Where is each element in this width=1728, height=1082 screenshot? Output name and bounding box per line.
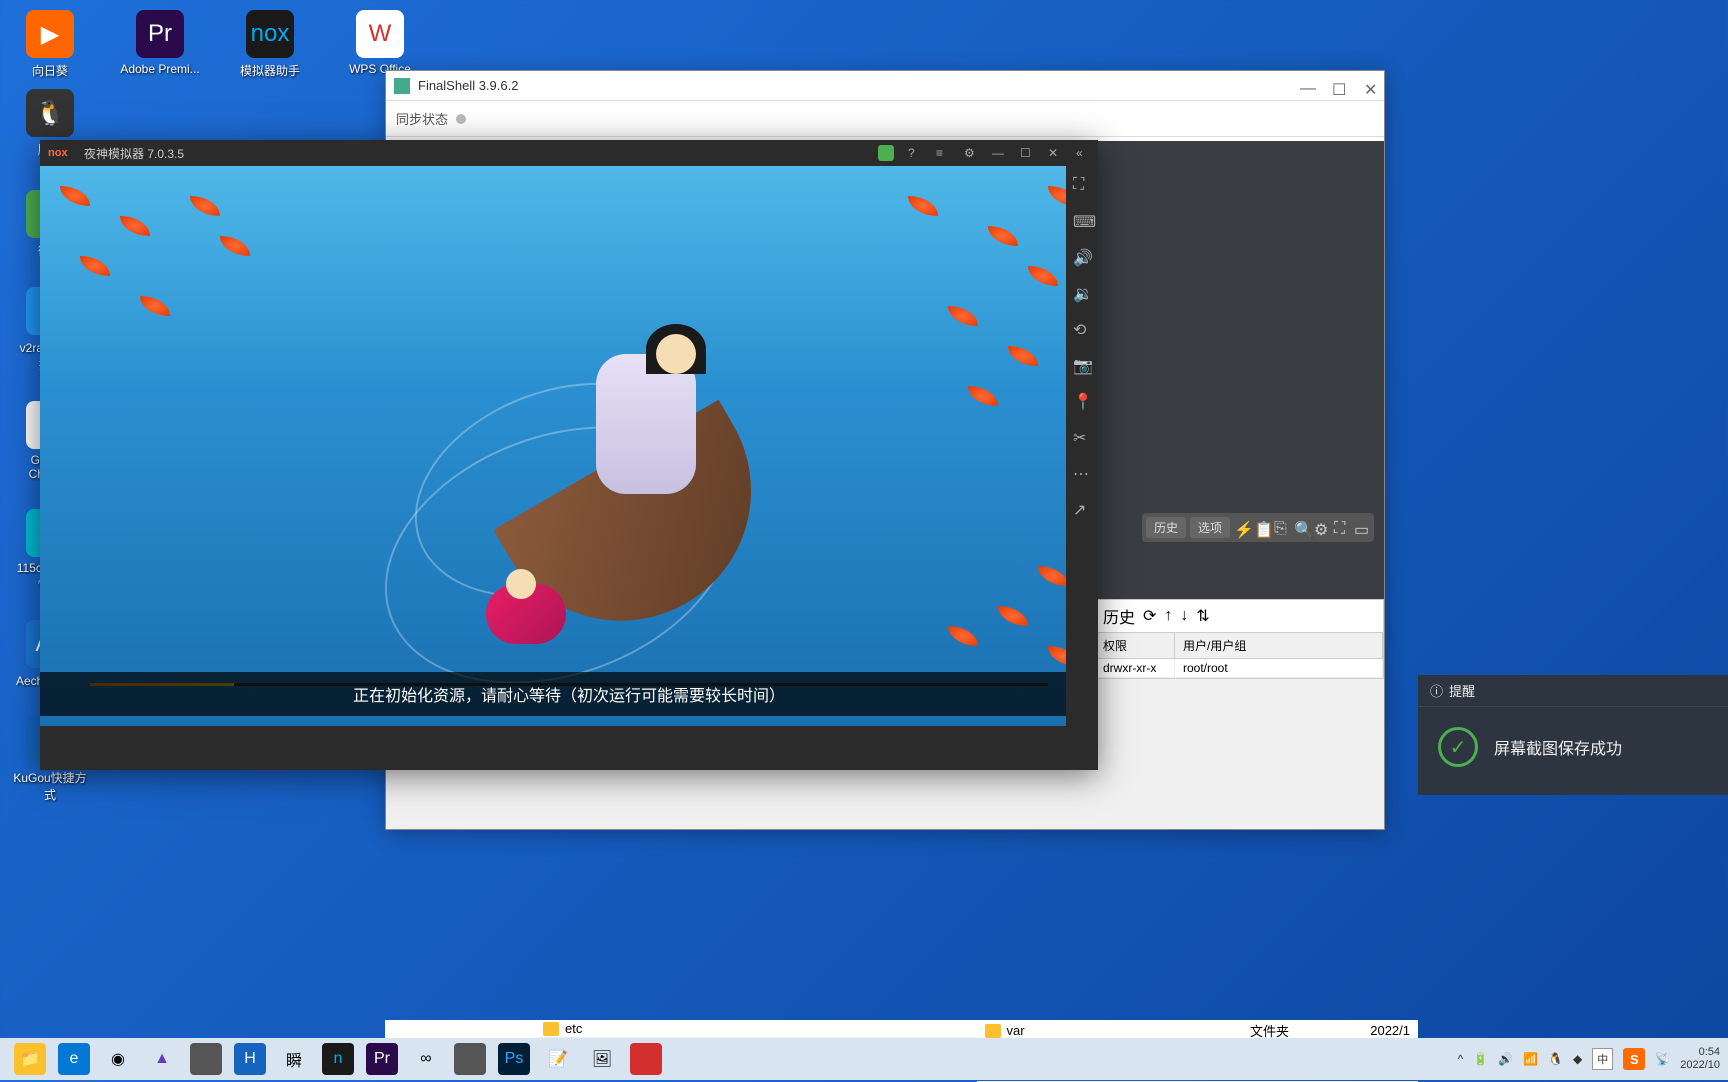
file-row-etc[interactable]: etc	[535, 1020, 977, 1038]
help-icon[interactable]: ?	[908, 146, 922, 160]
taskbar-app1[interactable]: ▲	[146, 1043, 178, 1075]
folder-icon	[543, 1022, 559, 1036]
tray-penguin-icon[interactable]: 🐧	[1548, 1052, 1563, 1066]
upload-icon[interactable]: ↑	[1164, 607, 1172, 625]
system-tray: ^ 🔋 🔊 📶 🐧 ◆ 中 S 📡 0:54 2022/10	[1458, 1046, 1720, 1072]
taskbar-chrome[interactable]: ◉	[102, 1043, 134, 1075]
copy-icon[interactable]: ⎘	[1274, 520, 1290, 536]
nox-title: 夜神模拟器 7.0.3.5	[84, 145, 878, 162]
game-splash: 正在初始化资源，请耐心等待（初次运行可能需要较长时间）	[40, 166, 1098, 726]
taskbar-nox[interactable]: n	[322, 1043, 354, 1075]
nox-titlebar[interactable]: nox 夜神模拟器 7.0.3.5 ? ≡ ⚙ — ☐ ✕ «	[40, 140, 1098, 166]
history-label: 历史	[1103, 604, 1135, 628]
taskbar-app6[interactable]	[454, 1043, 486, 1075]
info-icon: ⓘ	[1430, 681, 1443, 700]
sogou-ime-icon[interactable]: S	[1623, 1048, 1645, 1070]
taskbar-app2[interactable]	[190, 1043, 222, 1075]
search-icon[interactable]: 🔍	[1294, 520, 1310, 536]
notification-toast: ⓘ 提醒 ✓ 屏幕截图保存成功	[1418, 675, 1728, 795]
col-perm[interactable]: 权限	[1095, 633, 1175, 658]
nox-sidebar: ⛶ ⌨ 🔊 🔉 ⟲ 📷 📍 ✂ ⋯ ↗	[1066, 166, 1098, 770]
notify-message: 屏幕截图保存成功	[1494, 735, 1622, 759]
taskbar-app8[interactable]	[630, 1043, 662, 1075]
maximize-icon[interactable]: ☐	[1332, 80, 1344, 92]
taskbar-clock[interactable]: 0:54 2022/10	[1680, 1046, 1720, 1072]
start-button[interactable]: 📁	[14, 1043, 46, 1075]
download-icon[interactable]: ↓	[1180, 607, 1188, 625]
tray-chevron-icon[interactable]: ^	[1458, 1052, 1464, 1066]
taskbar-premiere[interactable]: Pr	[366, 1043, 398, 1075]
tray-app-icon[interactable]: ◆	[1573, 1052, 1582, 1066]
refresh-icon[interactable]: ⟳	[1143, 606, 1156, 626]
desktop-icon-emulator-helper[interactable]: nox模拟器助手	[230, 10, 310, 79]
ime-indicator[interactable]: 中	[1592, 1048, 1613, 1070]
keyboard-icon[interactable]: ⌨	[1073, 212, 1091, 230]
desktop-icon-premiere[interactable]: PrAdobe Premi...	[120, 10, 200, 79]
success-check-icon: ✓	[1438, 727, 1478, 767]
minimize-icon[interactable]: —	[1300, 80, 1312, 92]
menu-icon[interactable]: ≡	[936, 146, 950, 160]
maximize-icon[interactable]: ☐	[1020, 146, 1034, 160]
taskbar-app4[interactable]: 瞬	[278, 1043, 310, 1075]
lightning-icon[interactable]: ⚡	[1234, 520, 1250, 536]
tray-volume-icon[interactable]: 🔊	[1498, 1052, 1513, 1066]
sync-status-bar: 同步状态	[386, 101, 1384, 137]
finalshell-titlebar[interactable]: FinalShell 3.9.6.2 — ☐ ✕	[386, 71, 1384, 101]
tab-history[interactable]: 历史	[1146, 517, 1186, 538]
taskbar-app5[interactable]: ∞	[410, 1043, 442, 1075]
tray-wifi-icon[interactable]: 📡	[1655, 1052, 1670, 1066]
file-metadata-panel: 历史 ⟳ ↑ ↓ ⇅ 权限 用户/用户组 drwxr-xr-x root/roo…	[1094, 599, 1384, 679]
terminal-toolbar: 历史 选项 ⚡ 📋 ⎘ 🔍 ⚙ ⛶ ▭	[1142, 513, 1374, 542]
col-user[interactable]: 用户/用户组	[1175, 633, 1383, 658]
taskbar-app3[interactable]: H	[234, 1043, 266, 1075]
taskbar-edge[interactable]: e	[58, 1043, 90, 1075]
table-row[interactable]: drwxr-xr-x root/root	[1095, 659, 1383, 678]
more-icon[interactable]: ⋯	[1073, 464, 1091, 482]
taskbar-notepad[interactable]: 📝	[542, 1043, 574, 1075]
collapse-icon[interactable]: «	[1076, 146, 1090, 160]
taskbar-app7[interactable]: 🖼	[586, 1043, 618, 1075]
sync-indicator-icon	[456, 114, 466, 124]
nox-logo-icon: nox	[48, 146, 76, 160]
status-badge-icon	[878, 145, 894, 161]
tray-battery-icon[interactable]: 🔋	[1473, 1052, 1488, 1066]
volume-down-icon[interactable]: 🔉	[1073, 284, 1091, 302]
loading-text: 正在初始化资源，请耐心等待（初次运行可能需要较长时间）	[40, 672, 1098, 716]
nox-window: nox 夜神模拟器 7.0.3.5 ? ≡ ⚙ — ☐ ✕ «	[40, 140, 1098, 770]
fullscreen-icon[interactable]: ⛶	[1073, 176, 1091, 194]
taskbar-photoshop[interactable]: Ps	[498, 1043, 530, 1075]
finalshell-title: FinalShell 3.9.6.2	[418, 78, 1300, 93]
expand-icon[interactable]: ⛶	[1334, 520, 1350, 536]
desktop-icon-wps[interactable]: WWPS Office	[340, 10, 420, 79]
scissors-icon[interactable]: ✂	[1073, 428, 1091, 446]
terminal-panel[interactable]	[1094, 141, 1384, 649]
desktop-icon-sunflower[interactable]: ▶向日葵	[10, 10, 90, 79]
tray-network-icon[interactable]: 📶	[1523, 1052, 1538, 1066]
close-icon[interactable]: ✕	[1364, 80, 1376, 92]
tab-options[interactable]: 选项	[1190, 517, 1230, 538]
close-icon[interactable]: ✕	[1048, 146, 1062, 160]
folder-icon	[985, 1024, 1001, 1038]
fullscreen-icon[interactable]: ▭	[1354, 520, 1370, 536]
gear-icon[interactable]: ⚙	[1314, 520, 1330, 536]
location-icon[interactable]: 📍	[1073, 392, 1091, 410]
rotate-icon[interactable]: ⟲	[1073, 320, 1091, 338]
screenshot-icon[interactable]: 📷	[1073, 356, 1091, 374]
share-icon[interactable]: ↗	[1073, 500, 1091, 518]
sync-label: 同步状态	[396, 109, 448, 128]
settings-icon[interactable]: ⚙	[964, 146, 978, 160]
finalshell-app-icon	[394, 78, 410, 94]
notify-title: 提醒	[1449, 681, 1475, 700]
minimize-icon[interactable]: —	[992, 146, 1006, 160]
taskbar: 📁 e ◉ ▲ H 瞬 n Pr ∞ Ps 📝 🖼 ^ 🔋 🔊 📶 🐧 ◆ 中 …	[0, 1038, 1728, 1080]
clipboard-icon[interactable]: 📋	[1254, 520, 1270, 536]
desktop-icons: ▶向日葵 PrAdobe Premi... nox模拟器助手 WWPS Offi…	[10, 10, 420, 158]
sync-icon[interactable]: ⇅	[1196, 606, 1209, 626]
volume-up-icon[interactable]: 🔊	[1073, 248, 1091, 266]
